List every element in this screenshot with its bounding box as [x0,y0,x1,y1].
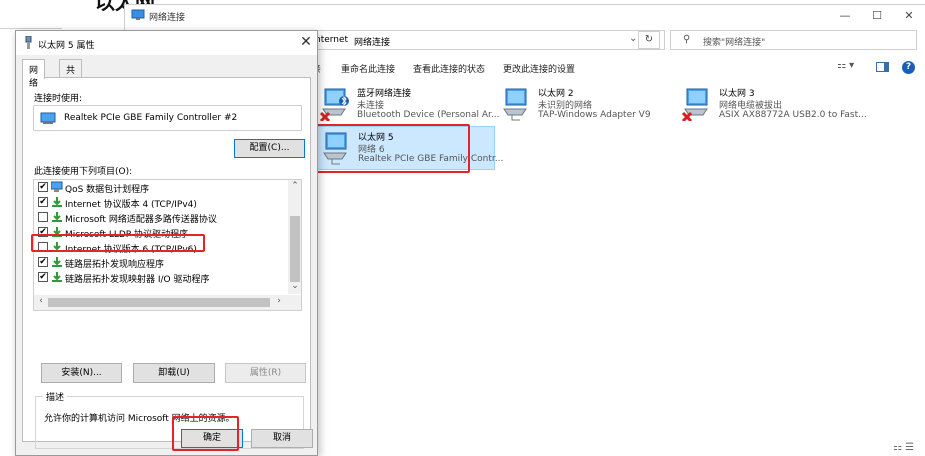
explorer-title: 网络连接 [149,13,186,23]
qos-service-icon [51,181,63,192]
breadcrumb-separator[interactable]: › [341,34,345,44]
configure-button[interactable]: 配置(C)... [234,139,305,158]
dialog-title: 以太网 5 属性 [38,41,95,51]
horizontal-scrollbar[interactable]: ‹ › [34,295,301,310]
adapter-ethernet-3[interactable]: 以太网 3 网络电缆被拔出 ASIX AX88772A USB2.0 to Fa… [677,83,867,127]
protocol-icon [52,272,62,282]
background-window-sliver [0,0,62,32]
explorer-titlebar[interactable]: 网络连接 — ☐ ✕ [125,5,925,27]
adapter-name-text: Realtek PCIe GBE Family Controller #2 [64,113,238,123]
search-icon: ⚲ [683,34,691,45]
address-bar[interactable]: nternet › 网络连接 ⌄ [310,30,665,50]
item-label: QoS 数据包计划程序 [65,185,150,195]
annotation-box-ok [172,416,239,451]
tab-network[interactable]: 网络 [22,59,46,89]
view-toggle-icons[interactable]: ⚏ ☰ [893,442,914,453]
network-adapter-icon [503,88,527,121]
item-checkbox[interactable]: ✔ [38,257,48,267]
properties-button[interactable]: 属性(R) [225,363,306,383]
item-checkbox[interactable]: ✔ [38,197,48,207]
list-item-multiplexor[interactable]: Microsoft 网络适配器多路传送器协议 [37,210,287,225]
item-label: 链路层拓扑发现响应程序 [65,260,165,270]
adapter-device: TAP-Windows Adapter V9 [538,110,651,120]
network-folder-icon [131,9,145,20]
scroll-left-icon[interactable]: ‹ [35,296,47,309]
horizontal-scroll-thumb[interactable] [48,298,270,307]
uninstall-button[interactable]: 卸载(U) [133,363,215,383]
network-plug-icon [25,36,32,49]
adapter-device: ASIX AX88772A USB2.0 to Fast... [719,110,867,120]
items-label: 此连接使用下列项目(O): [34,167,133,177]
adapter-bluetooth[interactable]: 蓝牙网络连接 未连接 Bluetooth Device (Personal Ar… [315,83,499,127]
list-item-lltd-responder[interactable]: ✔ 链路层拓扑发现响应程序 [37,255,287,270]
minimize-button[interactable]: — [831,8,859,24]
protocol-icon [52,212,62,222]
protocol-icon [52,257,62,267]
adapter-display: Realtek PCIe GBE Family Controller #2 [33,105,302,131]
item-checkbox[interactable] [38,212,48,222]
dialog-titlebar[interactable]: 以太网 5 属性 ✕ [16,31,317,55]
close-window-button[interactable]: ✕ [895,8,923,24]
list-item-qos[interactable]: ✔ QoS 数据包计划程序 [37,180,287,195]
vertical-scroll-thumb[interactable] [290,216,300,282]
network-card-icon [40,112,56,124]
description-legend: 描述 [43,390,68,403]
adapter-device: Bluetooth Device (Personal Ar... [357,110,500,120]
breadcrumb-network-connections[interactable]: 网络连接 [354,35,390,48]
cancel-button[interactable]: 取消 [251,429,313,448]
adapter-ethernet-2[interactable]: 以太网 2 未识别的网络 TAP-Windows Adapter V9 [496,83,676,127]
view-options-icon[interactable]: ⚏ ▾ [837,60,854,71]
dialog-close-button[interactable]: ✕ [297,33,315,51]
preview-pane-icon[interactable] [876,62,889,72]
list-item-lltd-mapper[interactable]: ✔ 链路层拓扑发现映射器 I/O 驱动程序 [37,270,287,285]
network-tab-panel: 连接时使用: Realtek PCIe GBE Family Controlle… [22,77,311,449]
scroll-up-icon[interactable]: ⌃ [288,181,301,193]
scroll-down-icon[interactable]: ⌄ [288,281,301,293]
connect-using-label: 连接时使用: [34,94,83,104]
address-dropdown-icon[interactable]: ⌄ [629,33,637,44]
item-checkbox[interactable]: ✔ [38,272,48,282]
protocol-icon [52,197,62,207]
rename-connection-command[interactable]: 重命名此连接 [341,62,395,75]
refresh-button[interactable]: ↻ [638,31,660,49]
scroll-right-icon[interactable]: › [273,296,285,309]
item-label: Internet 协议版本 4 (TCP/IPv4) [65,200,197,210]
vertical-scrollbar[interactable]: ⌃ ⌄ [288,180,301,294]
change-settings-command[interactable]: 更改此连接的设置 [503,62,575,75]
item-checkbox[interactable]: ✔ [38,182,48,192]
annotation-box-ipv6 [31,234,205,252]
item-label: Microsoft 网络适配器多路传送器协议 [65,215,217,225]
annotation-box-adapter [313,124,470,173]
view-status-command[interactable]: 查看此连接的状态 [413,62,485,75]
search-input[interactable]: ⚲ 搜索"网络连接" [670,30,917,50]
search-placeholder: 搜索"网络连接" [703,38,766,48]
item-label: 链路层拓扑发现映射器 I/O 驱动程序 [65,275,210,285]
help-icon[interactable]: ? [902,61,915,74]
network-adapter-icon [681,88,708,121]
list-item-ipv4[interactable]: ✔ Internet 协议版本 4 (TCP/IPv4) [37,195,287,210]
network-adapter-icon [319,88,349,121]
maximize-button[interactable]: ☐ [863,8,891,24]
command-bar: 亲 重命名此连接 查看此连接的状态 更改此连接的设置 [310,58,920,78]
tab-sharing[interactable]: 共享 [59,59,83,89]
install-button[interactable]: 安装(N)... [41,363,122,383]
